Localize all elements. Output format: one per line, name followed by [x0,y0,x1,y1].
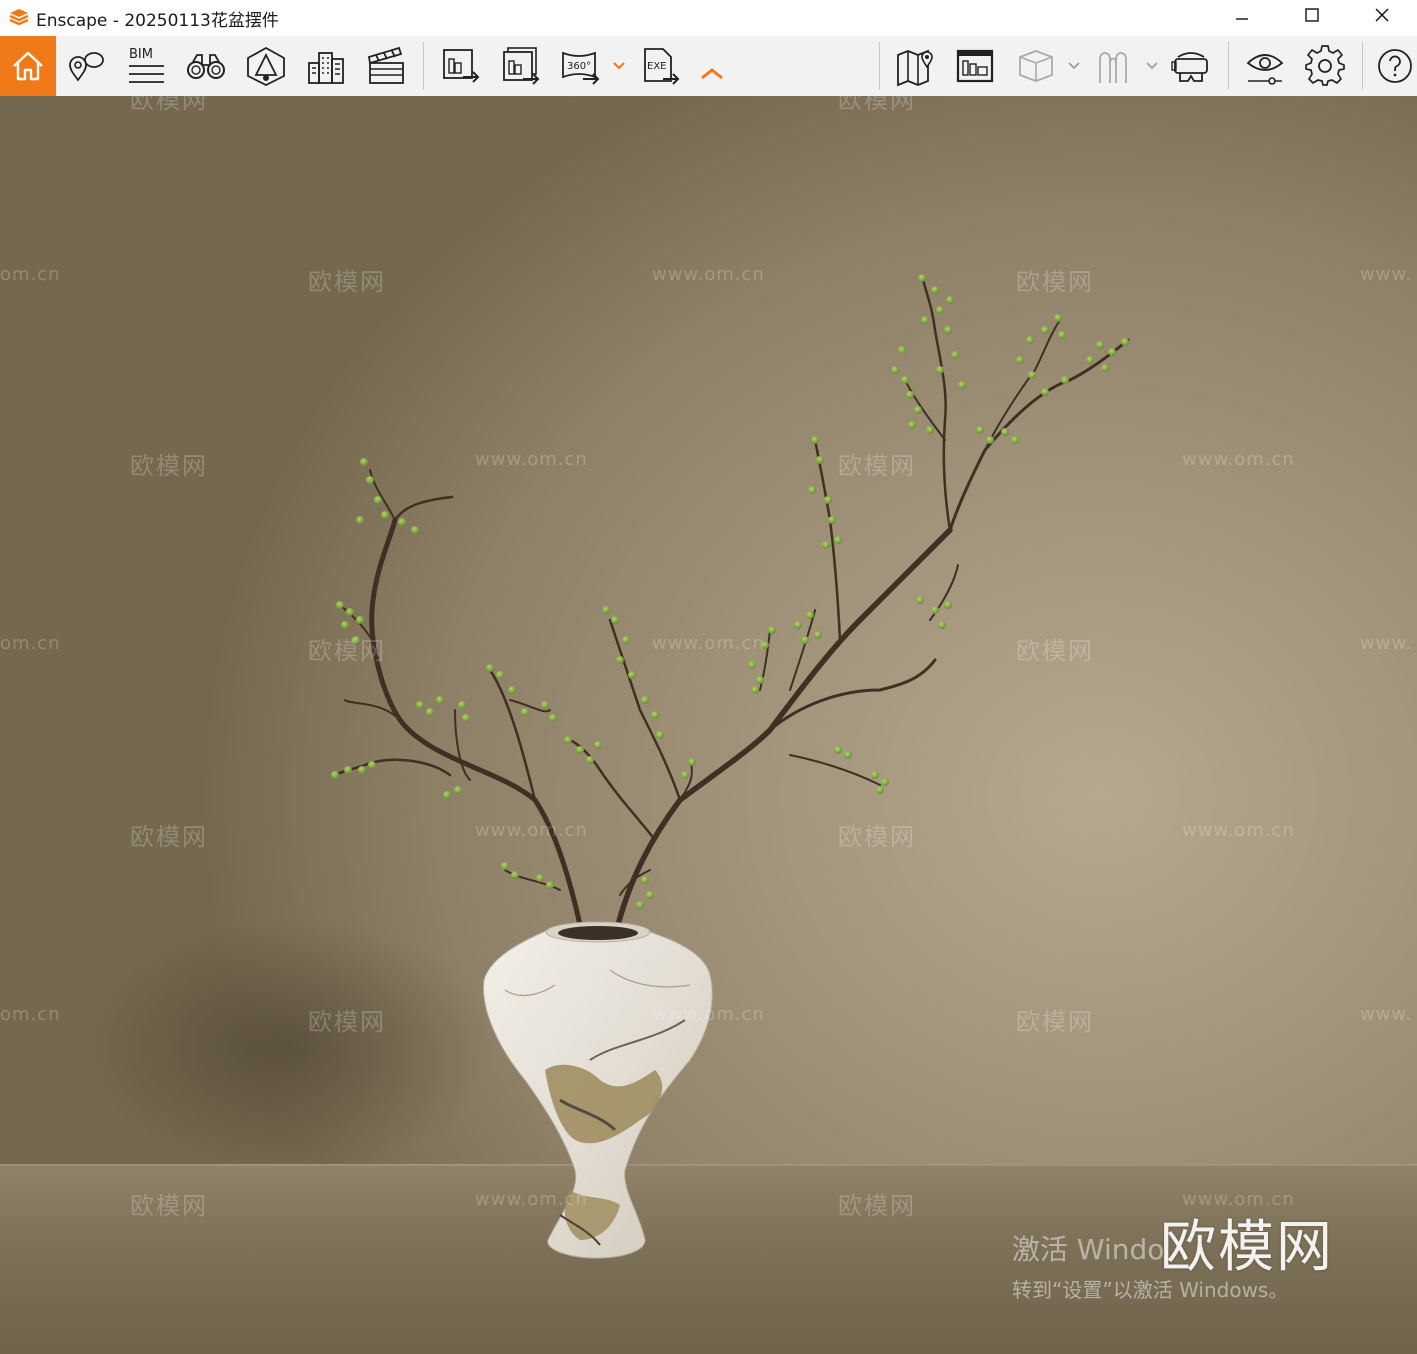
watermark-url: www.om.cn [475,1189,588,1210]
watermark-url: www.om.cn [475,820,588,841]
close-icon [1375,8,1389,22]
watermark-url: www.om.cn [475,449,588,470]
visibility-icon [1246,54,1284,85]
watermark-url: www.om.cn [1182,820,1295,841]
toolbar-separator [423,42,424,90]
screenshot-export-button[interactable] [436,36,484,96]
home-icon [13,51,43,81]
watermark: 欧模网 [308,1008,386,1036]
exe-export-button[interactable]: EXE [636,36,684,96]
batch-export-icon [503,47,540,85]
watermark: 欧模网 [130,452,208,480]
settings-icon [1305,45,1345,86]
buildings-button[interactable] [302,36,350,96]
minimize-icon [1236,18,1248,20]
watermark-url: www.om.cn [652,1004,765,1025]
binoculars-button[interactable] [182,36,230,96]
panorama-dropdown-button[interactable] [608,36,630,96]
asset-library-icon [956,49,994,83]
watermark-url: www.om.cn [652,633,765,654]
chevron-down-icon [1068,62,1080,70]
clapper-icon [367,46,404,84]
brand-watermark: 欧模网 [1160,1215,1334,1280]
screenshot-export-icon [443,49,480,83]
watermark-url: www.om.cn [652,264,765,285]
vr-headset-icon [1171,52,1208,82]
watermark-url: www. [1360,1004,1413,1025]
people-button[interactable] [1090,36,1140,96]
settings-button[interactable] [1300,36,1350,96]
chevron-down-icon [613,62,625,70]
watermark: 欧模网 [308,637,386,665]
exe-label: EXE [647,61,667,72]
buildings-icon [308,52,344,84]
collapse-toolbar-button[interactable] [696,36,728,96]
watermark: 欧模网 [838,823,916,851]
enscape-logo-icon [9,9,29,26]
watermark-url: www.om.cn [475,96,588,101]
people-icon [1099,52,1127,83]
panorama-export-button[interactable]: 360° [556,36,604,96]
watermark-url: www.om.cn [1182,96,1295,101]
watermark: 欧模网 [1016,268,1094,296]
panorama-export-icon: 360° [562,51,600,85]
watermark: 欧模网 [838,1192,916,1220]
main-toolbar: BIM 360° EXE [0,36,1417,96]
binoculars-icon [187,54,225,79]
exe-export-icon: EXE [644,48,680,85]
visibility-button[interactable] [1240,36,1290,96]
window-title: Enscape - 20250113花盆摆件 [36,10,279,31]
cube-icon [1019,50,1053,82]
location-button[interactable] [62,36,110,96]
leaf-buds [331,274,1129,909]
asset-library-button[interactable] [950,36,1000,96]
perspective-icon [247,46,285,87]
branch-group [333,273,1130,928]
toolbar-separator [1228,42,1229,90]
watermark: 欧模网 [130,823,208,851]
panorama-label: 360° [567,61,591,72]
perspective-button[interactable] [242,36,290,96]
watermark: 欧模网 [308,268,386,296]
watermark-url: www. [1360,264,1413,285]
home-button[interactable] [0,36,56,96]
watermark-url: www.om.cn [1182,449,1295,470]
maximize-icon [1305,8,1319,22]
maximize-button[interactable] [1277,0,1347,30]
watermark: 欧模网 [130,96,208,114]
toolbar-separator [879,42,880,90]
help-icon [1377,49,1412,83]
watermark-url: om.cn [0,264,61,285]
people-dropdown-button[interactable] [1142,36,1162,96]
chevron-down-icon [1146,62,1158,70]
watermark: 欧模网 [838,96,916,114]
watermark-url: om.cn [0,1004,61,1025]
minimize-button[interactable] [1207,0,1277,30]
cube-button[interactable] [1010,36,1060,96]
bim-button[interactable]: BIM [122,36,170,96]
title-bar: Enscape - 20250113花盆摆件 [0,0,1417,36]
help-button[interactable] [1372,36,1417,96]
close-button[interactable] [1347,0,1417,30]
watermark: 欧模网 [1016,1008,1094,1036]
map-icon [897,49,933,87]
map-button[interactable] [890,36,940,96]
watermark-url: www. [1360,633,1413,654]
bim-label: BIM [129,47,153,62]
watermark-url: om.cn [0,633,61,654]
watermark: 欧模网 [1016,637,1094,665]
location-icon [69,52,104,82]
render-viewport[interactable]: 欧模网 www.om.cn 欧模网 www.om.cn om.cn 欧模网 ww… [0,96,1417,1354]
toolbar-separator [1362,42,1363,90]
chevron-up-icon [701,68,723,80]
batch-export-button[interactable] [496,36,544,96]
video-editor-button[interactable] [362,36,410,96]
watermark: 欧模网 [130,1192,208,1220]
cube-dropdown-button[interactable] [1064,36,1084,96]
bim-icon: BIM [129,47,164,83]
vr-headset-button[interactable] [1166,36,1216,96]
watermark: 欧模网 [838,452,916,480]
